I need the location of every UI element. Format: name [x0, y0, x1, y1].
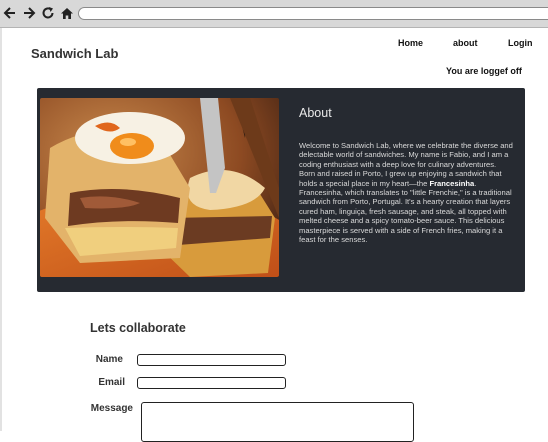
message-label: Message — [90, 403, 133, 414]
browser-toolbar — [0, 0, 548, 28]
forward-icon[interactable] — [22, 5, 36, 21]
about-title: About — [299, 106, 332, 120]
name-label: Name — [95, 354, 123, 365]
about-section: About Welcome to Sandwich Lab, where we … — [37, 88, 525, 292]
francesinha-illustration — [40, 98, 279, 277]
about-detail-paragraph: Francesinha, which translates to "little… — [299, 188, 512, 245]
nav-login[interactable]: Login — [508, 38, 533, 48]
login-status: You are loggef off — [446, 66, 522, 76]
about-description: Welcome to Sandwich Lab, where we celebr… — [299, 141, 514, 244]
email-label: Email — [98, 377, 125, 388]
about-intro-end: . — [474, 178, 477, 188]
francesinha-highlight: Francesinha — [429, 178, 475, 188]
francesinha-photo — [40, 98, 279, 277]
message-textarea[interactable] — [141, 402, 414, 442]
name-input[interactable] — [137, 354, 286, 366]
nav-home[interactable]: Home — [398, 38, 423, 48]
back-icon[interactable] — [3, 5, 17, 21]
address-bar[interactable] — [78, 7, 548, 20]
nav-about[interactable]: about — [453, 38, 478, 48]
site-brand[interactable]: Sandwich Lab — [31, 46, 118, 61]
frame-border — [0, 28, 2, 431]
form-title: Lets collaborate — [90, 321, 186, 335]
home-icon[interactable] — [60, 5, 74, 21]
email-input[interactable] — [137, 377, 286, 389]
reload-icon[interactable] — [41, 5, 55, 21]
about-intro-text: Welcome to Sandwich Lab, where we celebr… — [299, 141, 513, 188]
about-intro-paragraph: Welcome to Sandwich Lab, where we celebr… — [299, 141, 514, 188]
